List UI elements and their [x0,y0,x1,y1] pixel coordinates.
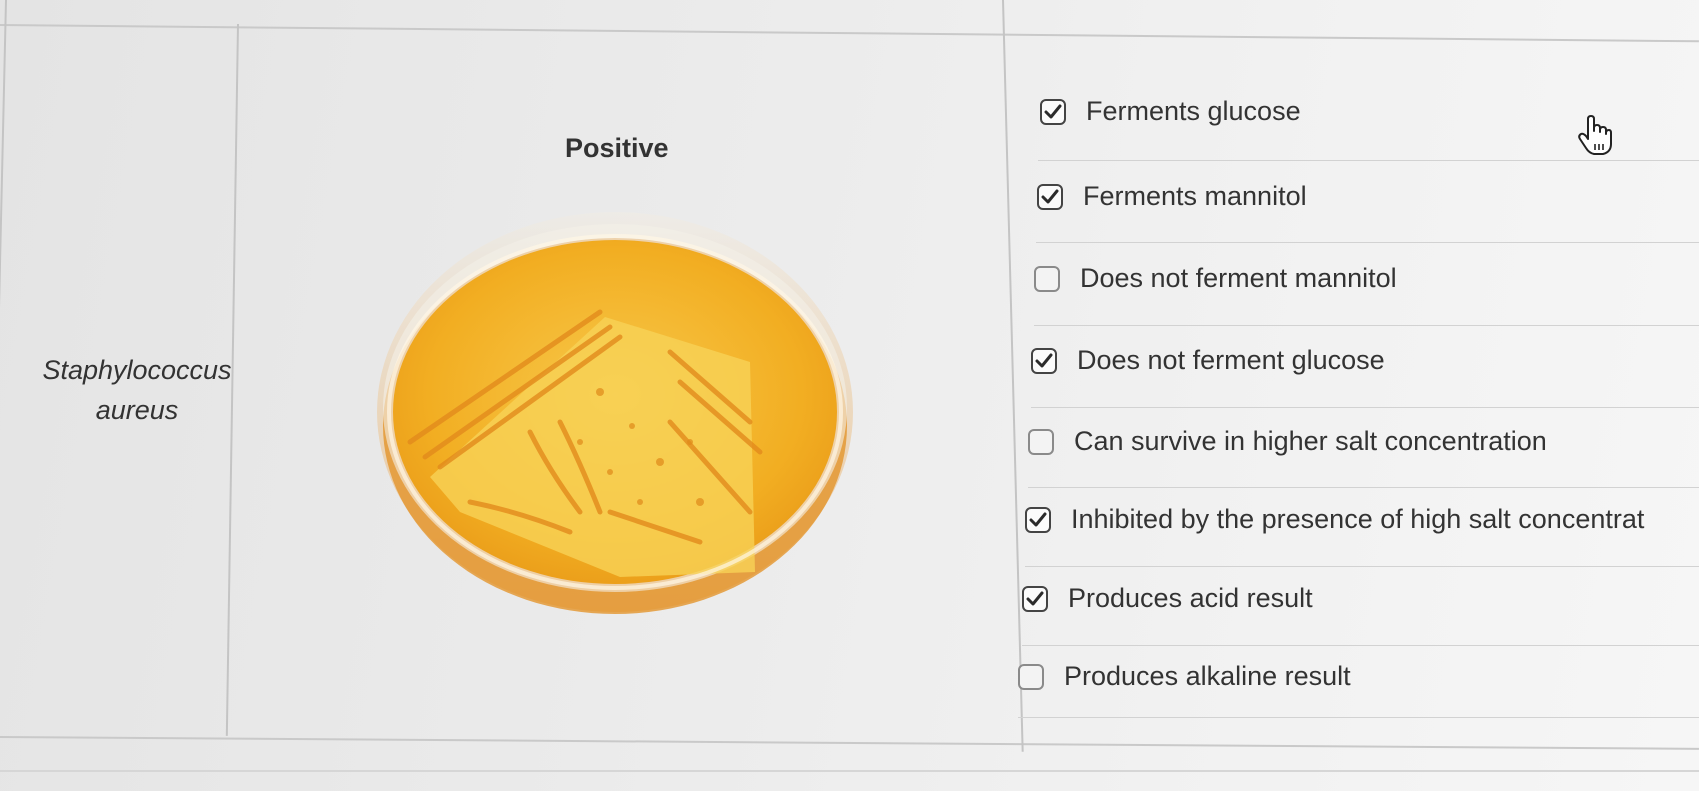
option-separator [1036,242,1699,243]
organism-name-part: Staphylococcus [42,355,232,385]
option-separator [1031,407,1699,408]
option-produces-acid[interactable]: Produces acid result [1022,583,1313,614]
table-bottom-border [0,736,1699,750]
option-survives-high-salt[interactable]: Can survive in higher salt concentration [1028,426,1547,457]
option-separator [1028,487,1699,488]
option-separator [1025,566,1699,567]
option-label: Ferments mannitol [1083,181,1307,211]
checkbox[interactable] [1037,183,1063,210]
option-does-not-ferment-mannitol[interactable]: Does not ferment mannitol [1034,263,1397,294]
option-label: Does not ferment glucose [1077,345,1385,375]
checkbox[interactable] [1040,98,1066,125]
option-label: Produces alkaline result [1064,661,1351,691]
option-label: Produces acid result [1068,583,1313,613]
check-icon [1041,189,1059,203]
table-top-border [0,24,1699,43]
option-separator [1034,325,1699,326]
option-ferments-glucose[interactable]: Ferments glucose [1040,96,1301,127]
checkbox[interactable] [1018,663,1044,690]
checkbox[interactable] [1022,585,1048,612]
test-result-label: Positive [565,133,669,163]
organism-name-part: aureus [95,395,179,425]
option-separator [1038,160,1699,161]
option-label: Inhibited by the presence of high salt c… [1071,504,1645,534]
check-icon [1044,104,1062,118]
checkbox[interactable] [1031,347,1057,374]
option-label: Ferments glucose [1086,96,1301,126]
checkbox[interactable] [1034,265,1060,292]
checkbox[interactable] [1028,428,1054,455]
check-icon [1029,512,1047,526]
option-ferments-mannitol[interactable]: Ferments mannitol [1037,181,1307,212]
column-divider-3 [1002,0,1024,752]
petri-dish-image [377,212,853,614]
option-separator [1022,645,1699,646]
hand-pointer-icon [1578,115,1612,155]
option-does-not-ferment-glucose[interactable]: Does not ferment glucose [1031,345,1385,376]
page-bottom-border [0,770,1699,772]
option-inhibited-by-salt[interactable]: Inhibited by the presence of high salt c… [1025,504,1644,535]
option-label: Does not ferment mannitol [1080,263,1397,293]
option-label: Can survive in higher salt concentration [1074,426,1547,456]
checkbox[interactable] [1025,506,1051,533]
column-divider-1 [0,0,7,730]
option-produces-alkaline[interactable]: Produces alkaline result [1018,661,1351,692]
organism-name: Staphylococcus aureus [22,350,252,430]
check-icon [1026,591,1044,605]
option-separator [1018,717,1699,718]
check-icon [1035,353,1053,367]
